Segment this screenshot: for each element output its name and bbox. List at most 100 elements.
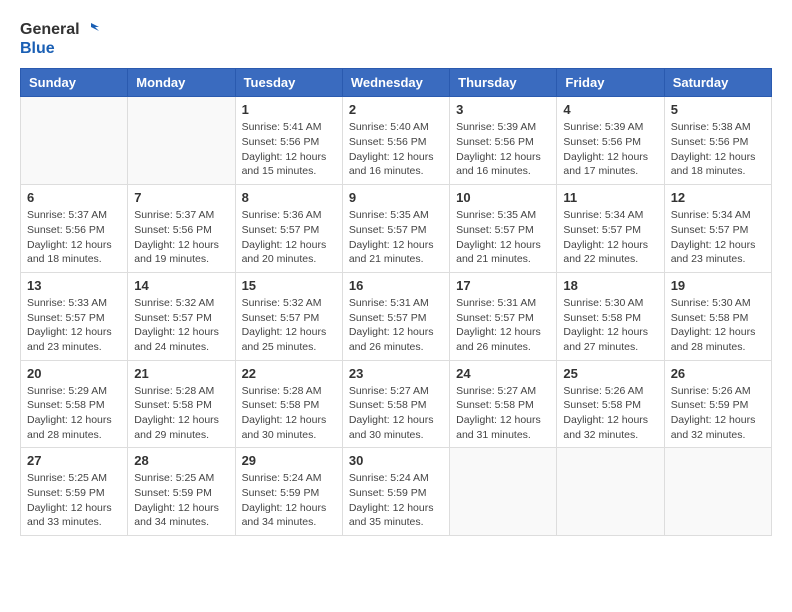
day-number: 10 xyxy=(456,190,550,205)
logo-text-blue: Blue xyxy=(20,39,99,58)
day-info: Sunrise: 5:34 AMSunset: 5:57 PMDaylight:… xyxy=(563,208,657,267)
header-wednesday: Wednesday xyxy=(342,69,449,97)
day-number: 25 xyxy=(563,366,657,381)
day-info: Sunrise: 5:24 AMSunset: 5:59 PMDaylight:… xyxy=(349,471,443,530)
header: General Blue xyxy=(20,20,772,58)
calendar-cell: 11Sunrise: 5:34 AMSunset: 5:57 PMDayligh… xyxy=(557,185,664,273)
day-info: Sunrise: 5:36 AMSunset: 5:57 PMDaylight:… xyxy=(242,208,336,267)
calendar-cell: 17Sunrise: 5:31 AMSunset: 5:57 PMDayligh… xyxy=(450,272,557,360)
calendar-week-5: 27Sunrise: 5:25 AMSunset: 5:59 PMDayligh… xyxy=(21,448,772,536)
calendar-cell: 24 Sunrise: 5:27 AMSunset: 5:58 PMDayligh… xyxy=(450,360,557,448)
day-info: Sunrise: 5:28 AMSunset: 5:58 PMDaylight:… xyxy=(134,384,228,443)
calendar-cell: 12 Sunrise: 5:34 AMSunset: 5:57 PMDayligh… xyxy=(664,185,771,273)
day-number: 13 xyxy=(27,278,121,293)
day-info: Sunrise: 5:30 AMSunset: 5:58 PMDaylight:… xyxy=(563,296,657,355)
calendar-cell: 20Sunrise: 5:29 AMSunset: 5:58 PMDayligh… xyxy=(21,360,128,448)
calendar-cell: 16 Sunrise: 5:31 AMSunset: 5:57 PMDayligh… xyxy=(342,272,449,360)
calendar-week-4: 20Sunrise: 5:29 AMSunset: 5:58 PMDayligh… xyxy=(21,360,772,448)
calendar-header-row: SundayMondayTuesdayWednesdayThursdayFrid… xyxy=(21,69,772,97)
calendar-cell xyxy=(21,97,128,185)
day-info: Sunrise: 5:40 AMSunset: 5:56 PMDaylight:… xyxy=(349,120,443,179)
day-number: 30 xyxy=(349,453,443,468)
calendar-cell: 2 Sunrise: 5:40 AMSunset: 5:56 PMDaylight… xyxy=(342,97,449,185)
calendar-cell: 3 Sunrise: 5:39 AMSunset: 5:56 PMDaylight… xyxy=(450,97,557,185)
calendar-cell: 15 Sunrise: 5:32 AMSunset: 5:57 PMDayligh… xyxy=(235,272,342,360)
calendar-cell: 26 Sunrise: 5:26 AMSunset: 5:59 PMDayligh… xyxy=(664,360,771,448)
day-info: Sunrise: 5:30 AMSunset: 5:58 PMDaylight:… xyxy=(671,296,765,355)
calendar-cell: 1 Sunrise: 5:41 AMSunset: 5:56 PMDaylight… xyxy=(235,97,342,185)
day-number: 2 xyxy=(349,102,443,117)
day-info: Sunrise: 5:34 AMSunset: 5:57 PMDaylight:… xyxy=(671,208,765,267)
day-number: 15 xyxy=(242,278,336,293)
calendar-cell: 14Sunrise: 5:32 AMSunset: 5:57 PMDayligh… xyxy=(128,272,235,360)
header-saturday: Saturday xyxy=(664,69,771,97)
day-info: Sunrise: 5:28 AMSunset: 5:58 PMDaylight:… xyxy=(242,384,336,443)
day-number: 8 xyxy=(242,190,336,205)
calendar-cell: 9 Sunrise: 5:35 AMSunset: 5:57 PMDaylight… xyxy=(342,185,449,273)
day-number: 6 xyxy=(27,190,121,205)
calendar-cell xyxy=(557,448,664,536)
day-info: Sunrise: 5:31 AMSunset: 5:57 PMDaylight:… xyxy=(456,296,550,355)
day-info: Sunrise: 5:35 AMSunset: 5:57 PMDaylight:… xyxy=(349,208,443,267)
day-info: Sunrise: 5:27 AMSunset: 5:58 PMDaylight:… xyxy=(349,384,443,443)
day-info: Sunrise: 5:35 AMSunset: 5:57 PMDaylight:… xyxy=(456,208,550,267)
day-info: Sunrise: 5:41 AMSunset: 5:56 PMDaylight:… xyxy=(242,120,336,179)
calendar-week-2: 6 Sunrise: 5:37 AMSunset: 5:56 PMDaylight… xyxy=(21,185,772,273)
day-number: 14 xyxy=(134,278,228,293)
calendar-cell: 10 Sunrise: 5:35 AMSunset: 5:57 PMDayligh… xyxy=(450,185,557,273)
day-number: 9 xyxy=(349,190,443,205)
day-info: Sunrise: 5:26 AMSunset: 5:58 PMDaylight:… xyxy=(563,384,657,443)
day-number: 28 xyxy=(134,453,228,468)
logo-text-general: General xyxy=(20,20,80,39)
calendar-cell: 19 Sunrise: 5:30 AMSunset: 5:58 PMDayligh… xyxy=(664,272,771,360)
day-number: 3 xyxy=(456,102,550,117)
day-number: 19 xyxy=(671,278,765,293)
calendar-cell: 23 Sunrise: 5:27 AMSunset: 5:58 PMDayligh… xyxy=(342,360,449,448)
calendar-cell: 7 Sunrise: 5:37 AMSunset: 5:56 PMDaylight… xyxy=(128,185,235,273)
calendar-cell xyxy=(450,448,557,536)
calendar-cell: 4Sunrise: 5:39 AMSunset: 5:56 PMDaylight… xyxy=(557,97,664,185)
day-number: 21 xyxy=(134,366,228,381)
header-thursday: Thursday xyxy=(450,69,557,97)
calendar-week-1: 1 Sunrise: 5:41 AMSunset: 5:56 PMDaylight… xyxy=(21,97,772,185)
day-info: Sunrise: 5:37 AMSunset: 5:56 PMDaylight:… xyxy=(134,208,228,267)
day-info: Sunrise: 5:25 AMSunset: 5:59 PMDaylight:… xyxy=(134,471,228,530)
header-sunday: Sunday xyxy=(21,69,128,97)
day-number: 16 xyxy=(349,278,443,293)
calendar-cell: 18 Sunrise: 5:30 AMSunset: 5:58 PMDayligh… xyxy=(557,272,664,360)
calendar-cell: 22Sunrise: 5:28 AMSunset: 5:58 PMDayligh… xyxy=(235,360,342,448)
day-number: 23 xyxy=(349,366,443,381)
day-info: Sunrise: 5:29 AMSunset: 5:58 PMDaylight:… xyxy=(27,384,121,443)
day-info: Sunrise: 5:39 AMSunset: 5:56 PMDaylight:… xyxy=(456,120,550,179)
calendar-cell: 27Sunrise: 5:25 AMSunset: 5:59 PMDayligh… xyxy=(21,448,128,536)
calendar-cell: 6 Sunrise: 5:37 AMSunset: 5:56 PMDaylight… xyxy=(21,185,128,273)
day-number: 24 xyxy=(456,366,550,381)
calendar-cell: 5 Sunrise: 5:38 AMSunset: 5:56 PMDaylight… xyxy=(664,97,771,185)
day-info: Sunrise: 5:26 AMSunset: 5:59 PMDaylight:… xyxy=(671,384,765,443)
day-number: 7 xyxy=(134,190,228,205)
day-number: 12 xyxy=(671,190,765,205)
calendar-table: SundayMondayTuesdayWednesdayThursdayFrid… xyxy=(20,68,772,536)
calendar-cell: 8 Sunrise: 5:36 AMSunset: 5:57 PMDaylight… xyxy=(235,185,342,273)
header-monday: Monday xyxy=(128,69,235,97)
day-info: Sunrise: 5:33 AMSunset: 5:57 PMDaylight:… xyxy=(27,296,121,355)
calendar-cell: 29Sunrise: 5:24 AMSunset: 5:59 PMDayligh… xyxy=(235,448,342,536)
calendar-cell xyxy=(664,448,771,536)
day-number: 4 xyxy=(563,102,657,117)
day-number: 26 xyxy=(671,366,765,381)
day-info: Sunrise: 5:32 AMSunset: 5:57 PMDaylight:… xyxy=(242,296,336,355)
calendar-cell: 28 Sunrise: 5:25 AMSunset: 5:59 PMDayligh… xyxy=(128,448,235,536)
day-info: Sunrise: 5:24 AMSunset: 5:59 PMDaylight:… xyxy=(242,471,336,530)
logo-bird-icon xyxy=(81,21,99,39)
calendar-cell: 21 Sunrise: 5:28 AMSunset: 5:58 PMDayligh… xyxy=(128,360,235,448)
day-info: Sunrise: 5:31 AMSunset: 5:57 PMDaylight:… xyxy=(349,296,443,355)
calendar-cell: 13 Sunrise: 5:33 AMSunset: 5:57 PMDayligh… xyxy=(21,272,128,360)
day-number: 1 xyxy=(242,102,336,117)
day-number: 5 xyxy=(671,102,765,117)
day-info: Sunrise: 5:27 AMSunset: 5:58 PMDaylight:… xyxy=(456,384,550,443)
day-info: Sunrise: 5:37 AMSunset: 5:56 PMDaylight:… xyxy=(27,208,121,267)
day-info: Sunrise: 5:38 AMSunset: 5:56 PMDaylight:… xyxy=(671,120,765,179)
day-number: 18 xyxy=(563,278,657,293)
calendar-cell xyxy=(128,97,235,185)
calendar-cell: 30 Sunrise: 5:24 AMSunset: 5:59 PMDayligh… xyxy=(342,448,449,536)
